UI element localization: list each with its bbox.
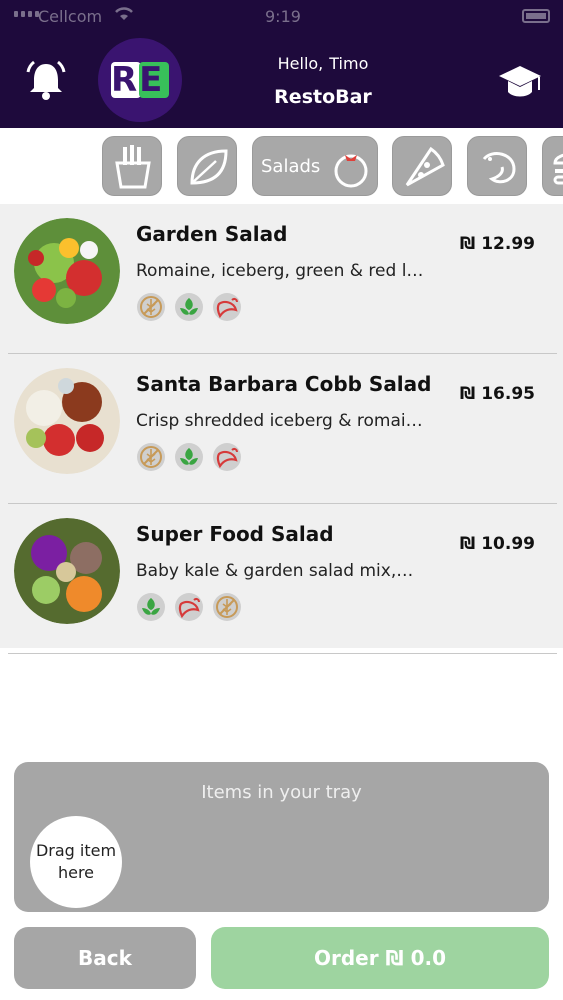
- leaf-icon: [190, 149, 228, 185]
- logo-text: RE: [111, 60, 165, 100]
- status-bar: Cellcom 9:19: [0, 0, 563, 34]
- list-item[interactable]: Super Food Salad Baby kale & garden sala…: [0, 504, 563, 654]
- graduation-cap-icon[interactable]: [497, 62, 543, 102]
- category-bar: Salads: [0, 128, 563, 204]
- garden-salad-image: [14, 218, 120, 324]
- burger-icon: [553, 153, 563, 185]
- category-fries[interactable]: [102, 136, 162, 196]
- item-description: Romaine, iceberg, green & red l…: [136, 261, 424, 281]
- dietary-icons: [136, 442, 242, 472]
- signal-icon: [14, 11, 39, 17]
- spicy-icon: [175, 593, 203, 621]
- drag-target[interactable]: Drag item here: [30, 816, 122, 908]
- tomato-icon: [334, 154, 368, 188]
- shrimp-icon: [482, 152, 516, 184]
- item-name: Super Food Salad: [136, 522, 334, 546]
- item-name: Garden Salad: [136, 222, 288, 246]
- no-gluten-icon: [213, 593, 241, 621]
- cobb-salad-image: [14, 368, 120, 474]
- item-description: Baby kale & garden salad mix,…: [136, 561, 414, 581]
- dietary-icons: [136, 592, 242, 622]
- category-salads-label: Salads: [261, 156, 321, 177]
- category-burgers[interactable]: [542, 136, 563, 196]
- back-button[interactable]: Back: [14, 927, 196, 989]
- dietary-icons: [136, 292, 242, 322]
- status-time: 9:19: [265, 7, 301, 26]
- category-seafood[interactable]: [467, 136, 527, 196]
- fries-icon: [115, 145, 151, 189]
- drag-hint-line2: here: [57, 863, 95, 882]
- list-item[interactable]: Santa Barbara Cobb Salad Crisp shredded …: [0, 354, 563, 504]
- category-vegan[interactable]: [177, 136, 237, 196]
- pizza-icon: [405, 146, 445, 187]
- no-gluten-icon: [137, 443, 165, 471]
- list-item[interactable]: Garden Salad Romaine, iceberg, green & r…: [0, 204, 563, 354]
- spicy-icon: [213, 293, 241, 321]
- item-price: ₪ 16.95: [459, 384, 535, 404]
- battery-icon: [522, 9, 550, 23]
- user-name: Timo: [329, 54, 369, 73]
- spicy-icon: [213, 443, 241, 471]
- order-button[interactable]: Order ₪ 0.0: [211, 927, 549, 989]
- category-pizza[interactable]: [392, 136, 452, 196]
- item-price: ₪ 12.99: [459, 234, 535, 254]
- restaurant-name: RestoBar: [274, 86, 372, 108]
- category-salads[interactable]: Salads: [252, 136, 378, 196]
- super-food-salad-image: [14, 518, 120, 624]
- item-price: ₪ 10.99: [459, 534, 535, 554]
- greeting: Hello, Timo: [200, 54, 446, 73]
- greeting-word: Hello,: [277, 54, 324, 73]
- row-divider: [8, 653, 557, 654]
- vegan-icon: [175, 293, 203, 321]
- item-description: Crisp shredded iceberg & romai…: [136, 411, 423, 431]
- menu-list: Garden Salad Romaine, iceberg, green & r…: [0, 204, 563, 654]
- tray-title: Items in your tray: [201, 782, 362, 803]
- vegan-icon: [175, 443, 203, 471]
- bell-icon[interactable]: [24, 58, 68, 102]
- item-name: Santa Barbara Cobb Salad: [136, 372, 432, 396]
- no-gluten-icon: [137, 293, 165, 321]
- tray-dropzone[interactable]: Items in your tray Drag item here: [14, 762, 549, 912]
- app-header: Cellcom 9:19 RE Hello, Timo RestoBar: [0, 0, 563, 128]
- vegan-icon: [137, 593, 165, 621]
- wifi-icon: [115, 7, 133, 20]
- drag-hint-line1: Drag item: [35, 841, 117, 860]
- carrier-name: Cellcom: [38, 7, 103, 26]
